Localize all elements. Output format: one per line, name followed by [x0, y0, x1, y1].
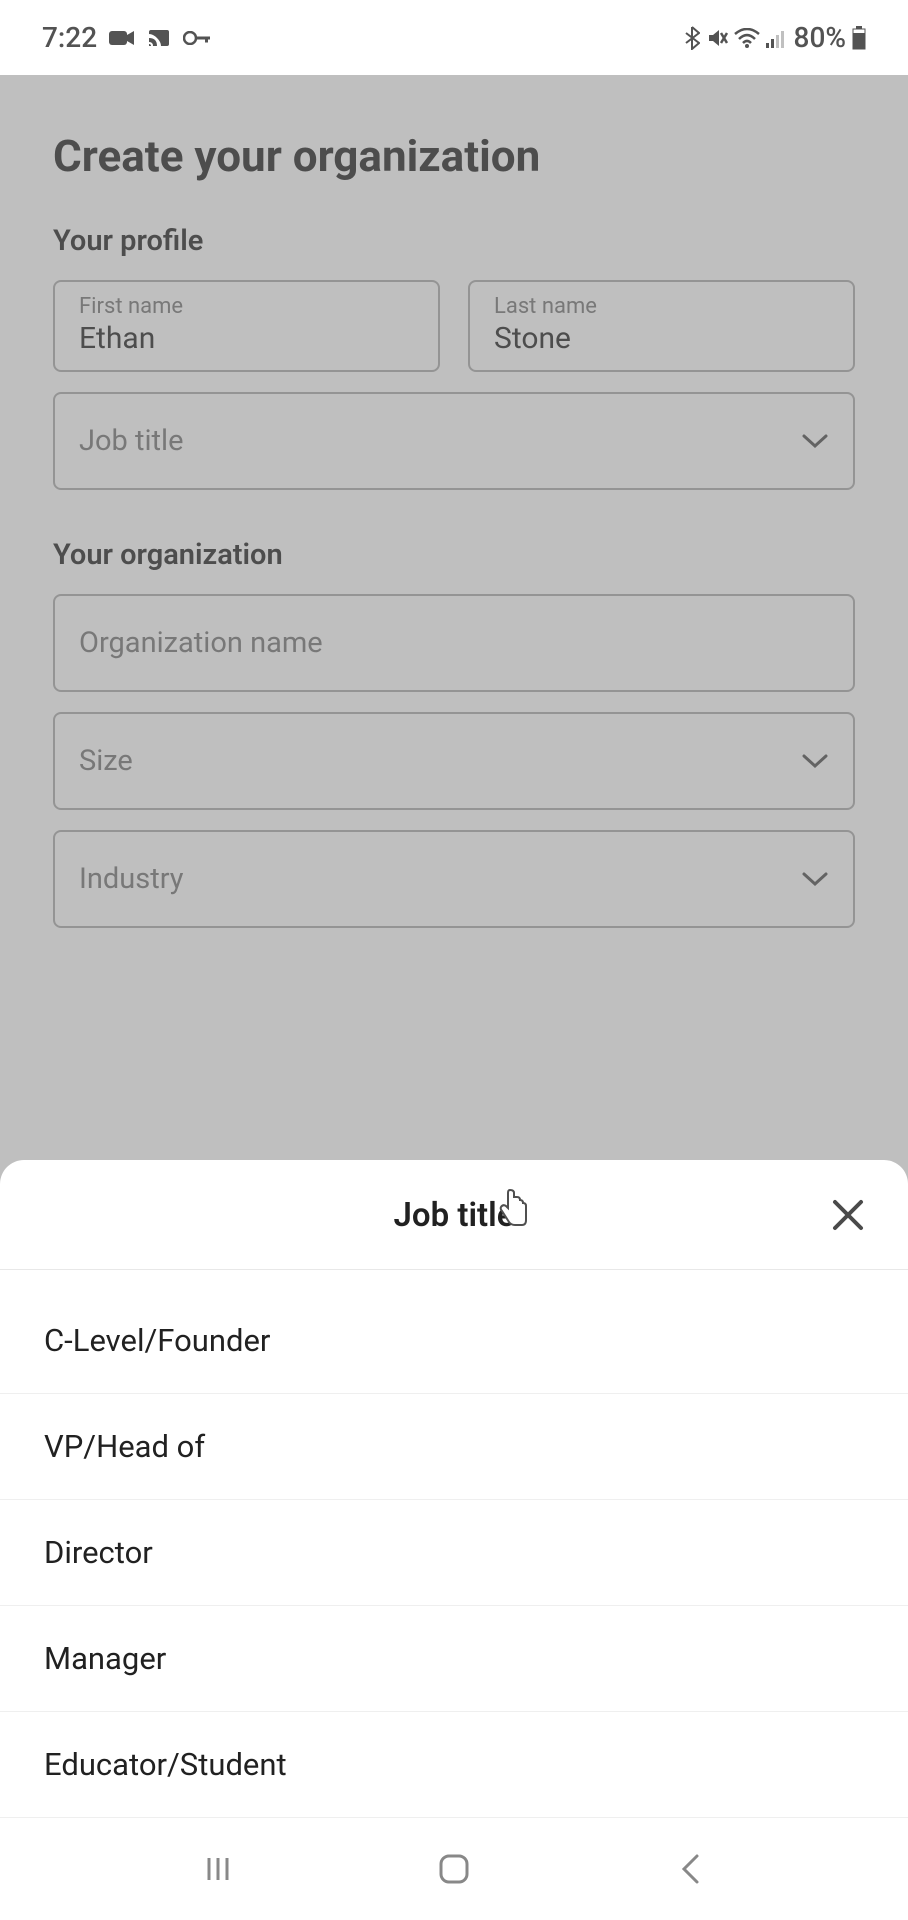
recent-apps-button[interactable]	[198, 1849, 238, 1889]
battery-percent: 80%	[794, 21, 846, 54]
navigation-bar	[0, 1818, 908, 1920]
sheet-title: Job title	[394, 1196, 515, 1235]
job-title-bottom-sheet: Job title C-Level/Founder VP/Head of Dir…	[0, 1160, 908, 1818]
close-button[interactable]	[828, 1195, 868, 1235]
cast-icon	[147, 28, 171, 48]
sheet-header: Job title	[0, 1160, 908, 1270]
video-icon	[109, 29, 135, 47]
option-c-level[interactable]: C-Level/Founder	[0, 1298, 908, 1394]
back-icon	[679, 1852, 701, 1886]
wifi-icon	[734, 28, 760, 48]
home-icon	[437, 1852, 471, 1886]
option-director[interactable]: Director	[0, 1500, 908, 1606]
status-time: 7:22	[42, 21, 97, 54]
status-right: 80%	[684, 21, 866, 54]
option-educator[interactable]: Educator/Student	[0, 1712, 908, 1818]
option-vp-head[interactable]: VP/Head of	[0, 1394, 908, 1500]
mute-icon	[706, 27, 728, 49]
bluetooth-icon	[684, 26, 700, 50]
status-left: 7:22	[42, 21, 211, 54]
options-list: C-Level/Founder VP/Head of Director Mana…	[0, 1270, 908, 1818]
key-icon	[183, 31, 211, 45]
option-manager[interactable]: Manager	[0, 1606, 908, 1712]
status-bar: 7:22 80%	[0, 0, 908, 75]
recent-apps-icon	[203, 1854, 233, 1884]
back-button[interactable]	[670, 1849, 710, 1889]
battery-icon	[852, 26, 866, 50]
home-button[interactable]	[434, 1849, 474, 1889]
signal-icon	[766, 28, 788, 48]
close-icon	[830, 1197, 866, 1233]
